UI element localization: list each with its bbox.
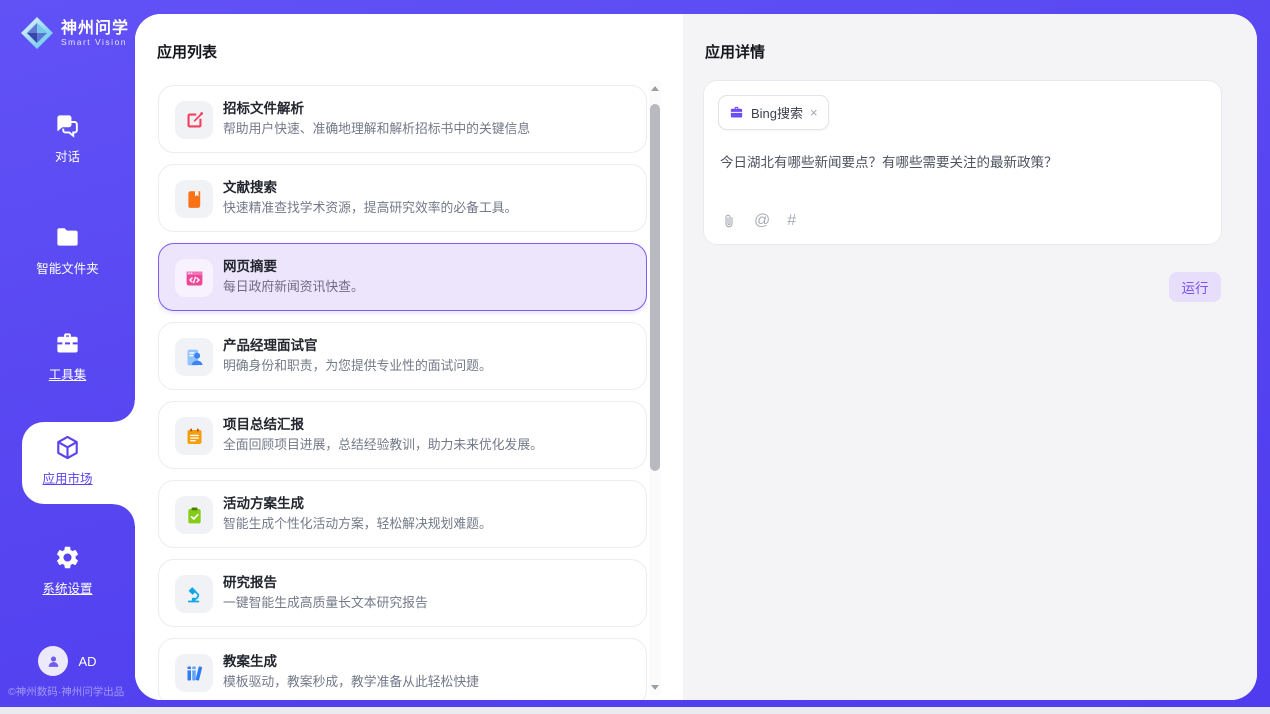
compose-icon [184,110,205,131]
app-icon-tile [175,259,213,297]
sidebar-item-chat[interactable]: 对话 [0,112,135,165]
sidebar: 神州问学 Smart Vision 对话 智能文件夹 [0,0,135,707]
app-title: 招标文件解析 [223,97,304,117]
research-icon [184,584,205,605]
app-card-bid-analysis[interactable]: 招标文件解析 帮助用户快速、准确地理解和解析招标书中的关键信息 [158,85,647,153]
gem-logo-icon [20,16,54,50]
app-icon-tile [175,496,213,534]
app-title: 文献搜索 [223,176,277,196]
app-list-panel: 应用列表 招标文件解析 帮助用户快速、准确地理解和解析招标书中的关键信息 [135,14,683,700]
toolbox-icon [54,330,81,357]
chip-close-icon[interactable]: × [810,106,818,119]
sidebar-item-label: 工具集 [49,364,87,383]
app-card-literature-search[interactable]: 文献搜索 快速精准查找学术资源，提高研究效率的必备工具。 [158,164,647,232]
app-description: 帮助用户快速、准确地理解和解析招标书中的关键信息 [223,118,530,137]
app-description: 一键智能生成高质量长文本研究报告 [223,592,428,611]
app-card-event-plan[interactable]: 活动方案生成 智能生成个性化活动方案，轻松解决规划难题。 [158,480,647,548]
app-list-scrollbar[interactable] [649,80,661,696]
app-icon-tile [175,338,213,376]
app-list: 招标文件解析 帮助用户快速、准确地理解和解析招标书中的关键信息 文献搜索 快速精… [158,85,647,700]
app-card-research-report[interactable]: 研究报告 一键智能生成高质量长文本研究报告 [158,559,647,627]
app-title: 网页摘要 [223,255,277,275]
book-icon [184,189,205,210]
app-description: 模板驱动，教案秒成，教学准备从此轻松快捷 [223,671,479,690]
app-description: 全面回顾项目进展，总结经验教训，助力未来优化发展。 [223,434,543,453]
app-icon-tile [175,180,213,218]
app-list-title: 应用列表 [157,41,217,62]
brand-subtitle: Smart Vision [61,37,129,47]
app-detail-title: 应用详情 [705,41,765,62]
scroll-up-arrow-icon[interactable] [651,86,659,91]
books-icon [184,663,205,684]
scrollbar-thumb[interactable] [650,104,660,471]
app-background: 神州问学 Smart Vision 对话 智能文件夹 [0,0,1270,707]
avatar [38,646,68,676]
app-card-pm-interviewer[interactable]: 产品经理面试官 明确身份和职责，为您提供专业性的面试问题。 [158,322,647,390]
app-title: 项目总结汇报 [223,413,304,433]
sidebar-item-smart-folders[interactable]: 智能文件夹 [0,224,135,277]
scroll-down-arrow-icon[interactable] [651,685,659,690]
interviewer-icon [184,347,205,368]
hash-tag-icon[interactable]: # [787,212,796,230]
gear-icon [54,544,81,571]
app-card-project-summary[interactable]: 项目总结汇报 全面回顾项目进展，总结经验教训，助力未来优化发展。 [158,401,647,469]
app-description: 明确身份和职责，为您提供专业性的面试问题。 [223,355,492,374]
browser-code-icon [184,268,205,289]
app-title: 研究报告 [223,571,277,591]
briefcase-icon [729,105,744,120]
clipboard-check-icon [184,505,205,526]
run-button[interactable]: 运行 [1169,272,1221,302]
app-title: 产品经理面试官 [223,334,318,354]
app-description: 每日政府新闻资讯快查。 [223,276,364,295]
app-icon-tile [175,575,213,613]
mention-at-icon[interactable]: @ [754,212,770,230]
sidebar-item-app-market[interactable]: 应用市场 [0,434,135,487]
sidebar-item-label: 应用市场 [42,468,92,487]
prompt-card: Bing搜索 × 今日湖北有哪些新闻要点？有哪些需要关注的最新政策？ @ # [703,80,1222,245]
user-account[interactable]: AD [0,646,135,676]
app-detail-panel: 应用详情 Bing搜索 × 今日湖北有哪些新闻要点？有哪些需要关注的最新政策？ [683,14,1257,700]
attachment-toolbar: @ # [721,212,796,230]
tool-chip-label: Bing搜索 [751,103,803,122]
sidebar-item-label: 系统设置 [42,578,92,597]
brand-name: 神州问学 [61,20,129,37]
user-name: AD [78,654,96,669]
query-text-input[interactable]: 今日湖北有哪些新闻要点？有哪些需要关注的最新政策？ [720,151,1200,171]
app-title: 活动方案生成 [223,492,304,512]
cube-icon [54,434,81,461]
person-icon [45,653,62,670]
app-icon-tile [175,101,213,139]
brand-text: 神州问学 Smart Vision [61,20,129,47]
main-container: 应用列表 招标文件解析 帮助用户快速、准确地理解和解析招标书中的关键信息 [135,14,1257,700]
page: 神州问学 Smart Vision 对话 智能文件夹 [0,0,1270,714]
sidebar-item-toolset[interactable]: 工具集 [0,330,135,383]
tool-chip-bing-search[interactable]: Bing搜索 × [718,95,829,130]
app-icon-tile [175,654,213,692]
brand-logo: 神州问学 Smart Vision [20,16,129,50]
app-icon-tile [175,417,213,455]
app-card-lesson-plan[interactable]: 教案生成 模板驱动，教案秒成，教学准备从此轻松快捷 [158,638,647,700]
sidebar-item-settings[interactable]: 系统设置 [0,544,135,597]
copyright-footer: ©神州数码·神州问学出品 [8,684,124,699]
app-title: 教案生成 [223,650,277,670]
folder-icon [54,224,81,251]
report-notes-icon [184,426,205,447]
chat-icon [54,112,81,139]
sidebar-item-label: 对话 [55,146,80,165]
paperclip-icon[interactable] [721,213,737,229]
app-description: 快速精准查找学术资源，提高研究效率的必备工具。 [223,197,517,216]
app-description: 智能生成个性化活动方案，轻松解决规划难题。 [223,513,492,532]
app-card-web-summary[interactable]: 网页摘要 每日政府新闻资讯快查。 [158,243,647,311]
sidebar-item-label: 智能文件夹 [36,258,99,277]
